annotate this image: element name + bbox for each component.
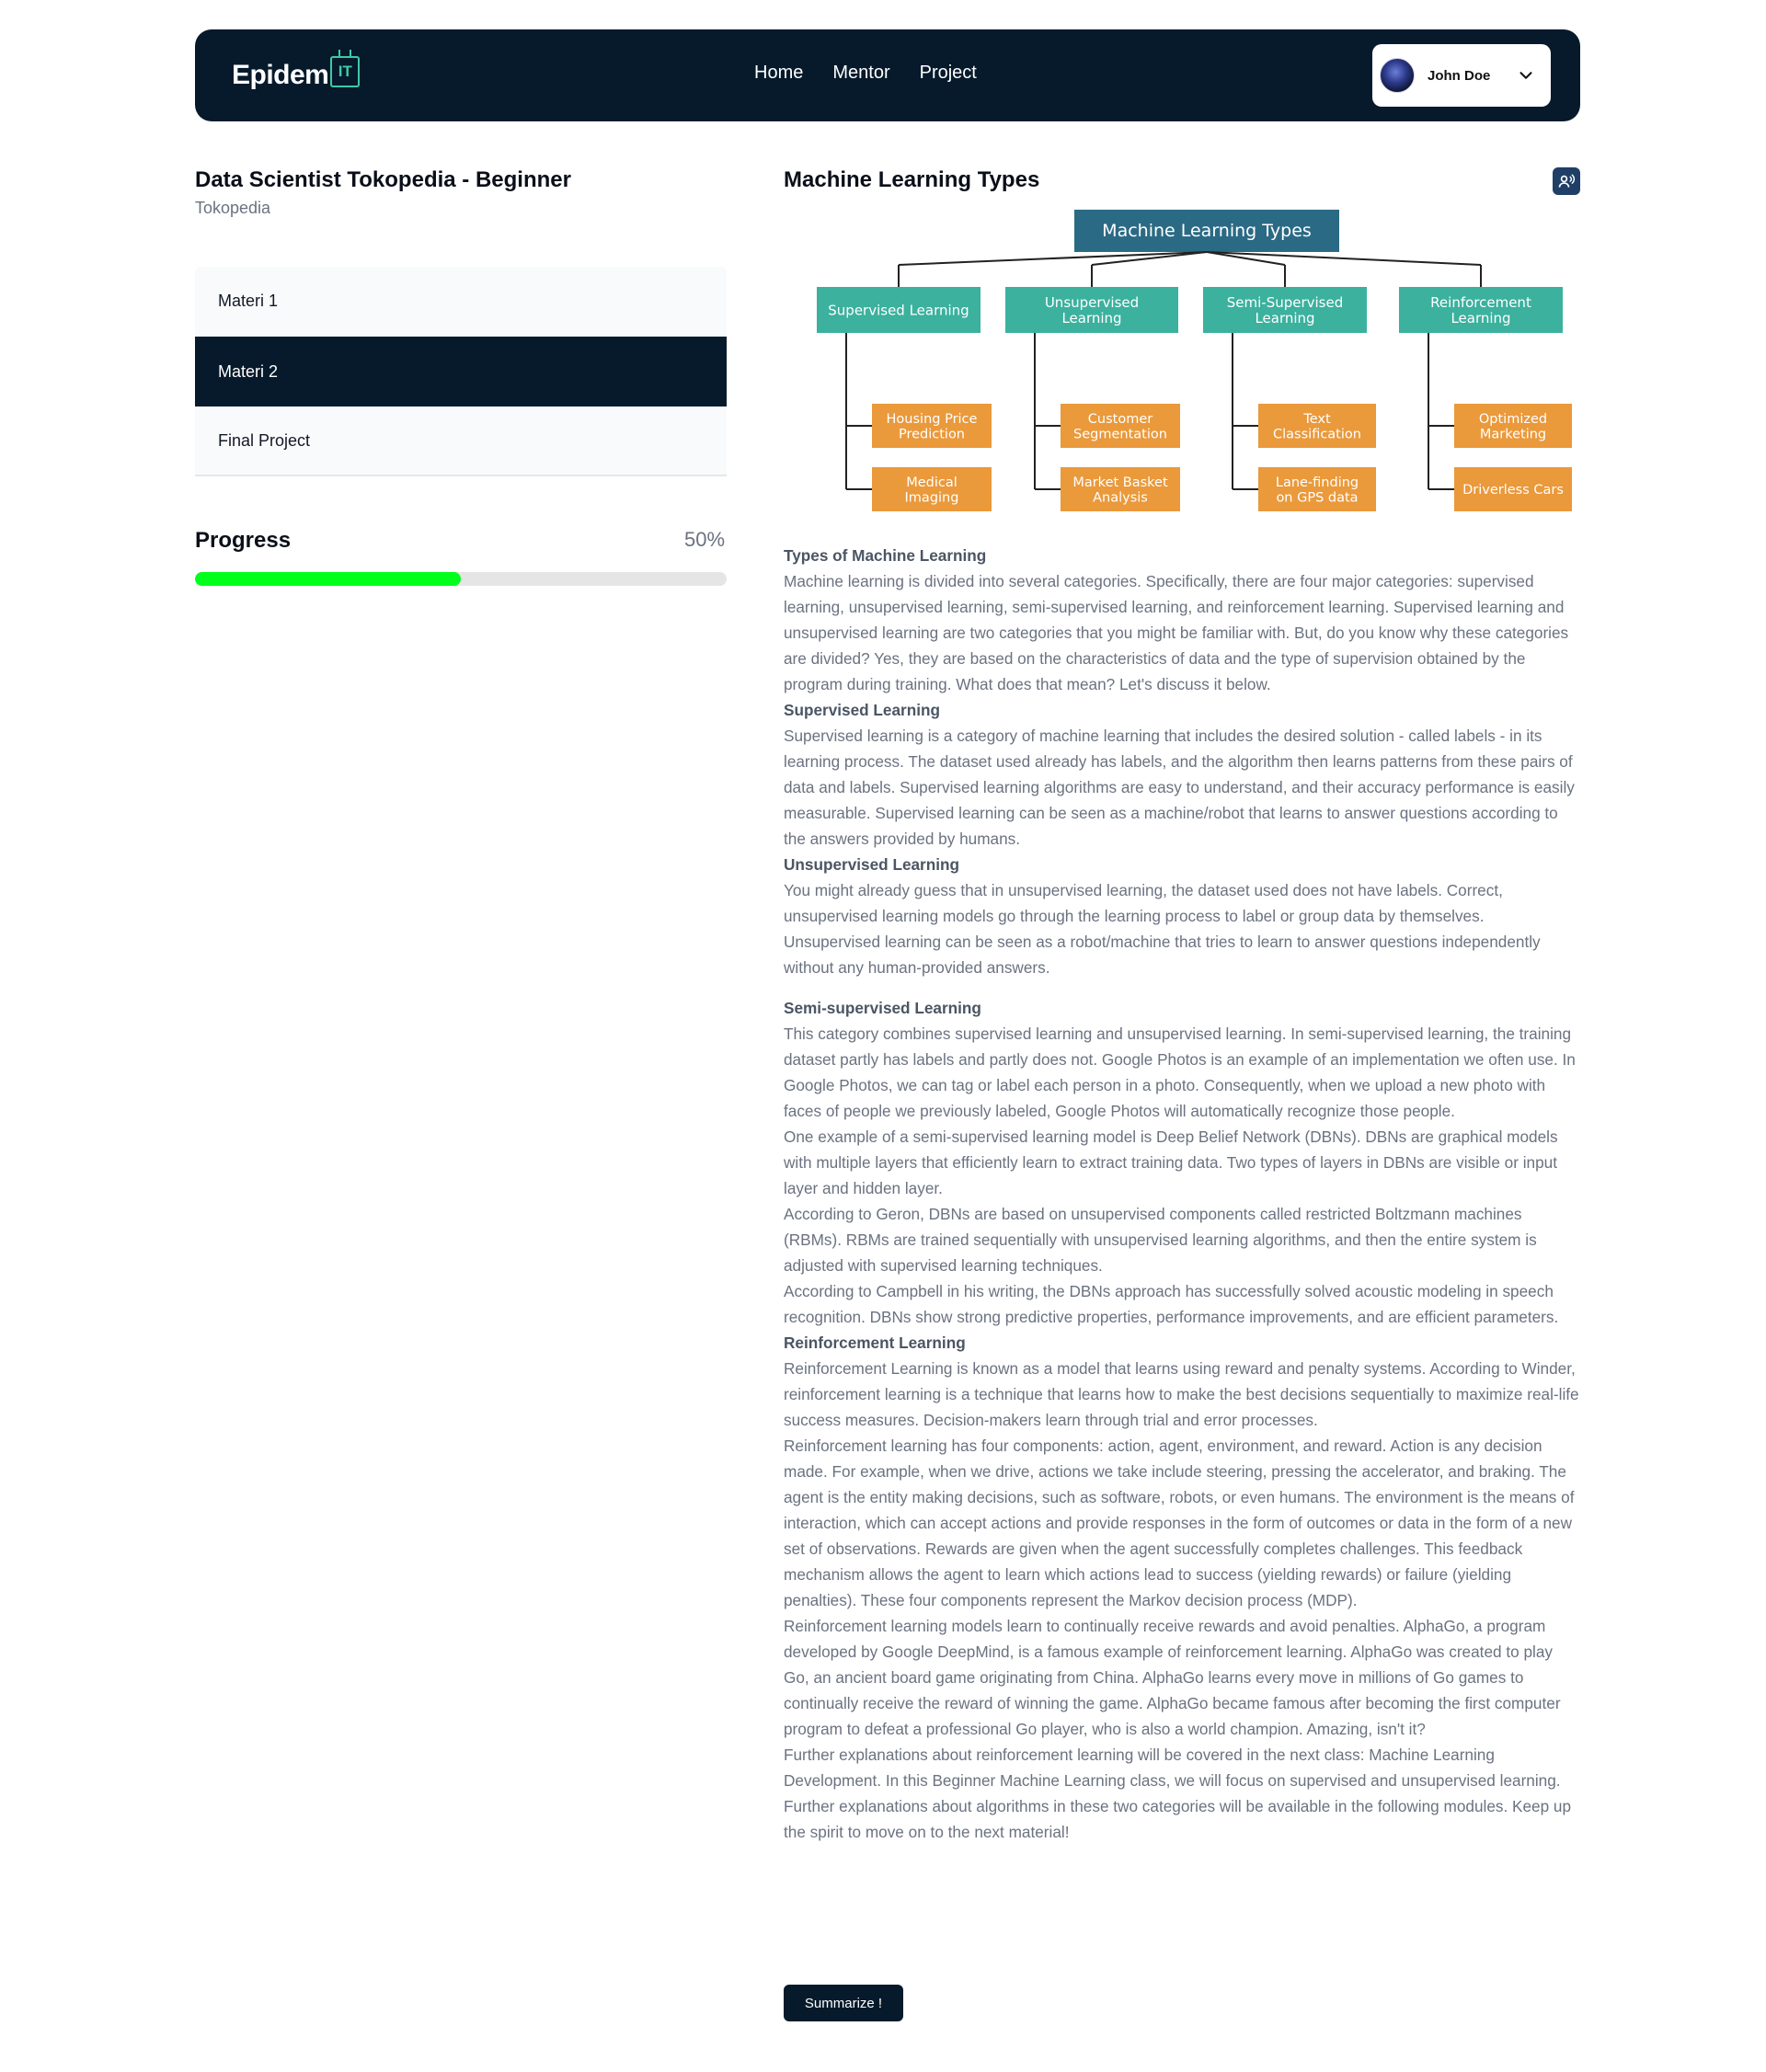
diagram-root-label: Machine Learning Types [1102,221,1312,241]
speaker-icon [1558,174,1576,188]
user-avatar [1380,58,1415,93]
article-heading: Unsupervised Learning [784,855,960,874]
article-paragraph: Reinforcement learning models learn to c… [784,1617,1561,1738]
logo[interactable]: Epidem IT [232,50,361,94]
nav-mentor-link[interactable]: Mentor [832,63,889,84]
nav-home-link[interactable]: Home [754,63,803,84]
materi-item-2[interactable]: Materi 2 [195,337,727,406]
diagram-example-label: Medical Imaging [905,475,959,506]
diagram-example-label: Lane-finding on GPS data [1276,475,1359,506]
article-paragraph: You might already guess that in unsuperv… [784,881,1541,977]
connector-line [898,251,1208,266]
progress-label: Progress [195,528,292,553]
progress-bar-fill [195,572,461,586]
article-heading: Reinforcement Learning [784,1334,966,1352]
content-title: Machine Learning Types [784,167,1040,192]
diagram-example-label: Housing Price Prediction [887,412,978,442]
course-provider: Tokopedia [195,199,271,217]
article-paragraph: This category combines supervised learni… [784,1025,1576,1120]
nav-project-link[interactable]: Project [920,63,977,84]
article-paragraph: Machine learning is divided into several… [784,572,1569,693]
article-paragraph: Supervised learning is a category of mac… [784,727,1575,848]
materi-list: Materi 1 Materi 2 Final Project [195,267,727,476]
article-paragraph: According to Geron, DBNs are based on un… [784,1205,1537,1275]
article-paragraph: According to Campbell in his writing, th… [784,1282,1559,1326]
article-paragraph: Reinforcement Learning is known as a mod… [784,1359,1579,1429]
article-paragraph: One example of a semi-supervised learnin… [784,1128,1558,1197]
progress-value: 50% [684,528,726,551]
article-heading: Supervised Learning [784,701,941,719]
text-to-speech-button[interactable] [1553,167,1580,195]
progress-bar [195,572,727,586]
logo-text: Epidem [232,60,329,90]
user-menu-button[interactable]: John Doe [1372,44,1551,107]
logo-badge: IT [330,50,361,87]
materi-item-1[interactable]: Materi 1 [195,267,727,337]
ml-types-diagram: Machine Learning Types Supervised Learnin… [817,210,1572,511]
article-paragraph: Further explanations about reinforcement… [784,1746,1572,1841]
article-heading: Semi-supervised Learning [784,999,981,1017]
user-name: John Doe [1428,67,1491,84]
nav-links: Home Mentor Project [754,63,977,84]
top-navbar: Epidem IT Home Mentor Project John Doe [195,29,1580,121]
summarize-button[interactable]: Summarize ! [784,1985,903,2021]
article-paragraph: Reinforcement learning has four componen… [784,1437,1575,1609]
diagram-category-label: Supervised Learning [828,302,969,318]
article: Types of Machine Learning Machine learni… [784,543,1580,1845]
diagram-example-label: Optimized Marketing [1479,412,1547,442]
diagram-example-label: Driverless Cars [1462,483,1564,498]
article-heading: Types of Machine Learning [784,546,987,565]
materi-item-final-project[interactable]: Final Project [195,406,727,476]
chevron-down-icon [1519,72,1532,79]
course-title: Data Scientist Tokopedia - Beginner [195,167,571,192]
